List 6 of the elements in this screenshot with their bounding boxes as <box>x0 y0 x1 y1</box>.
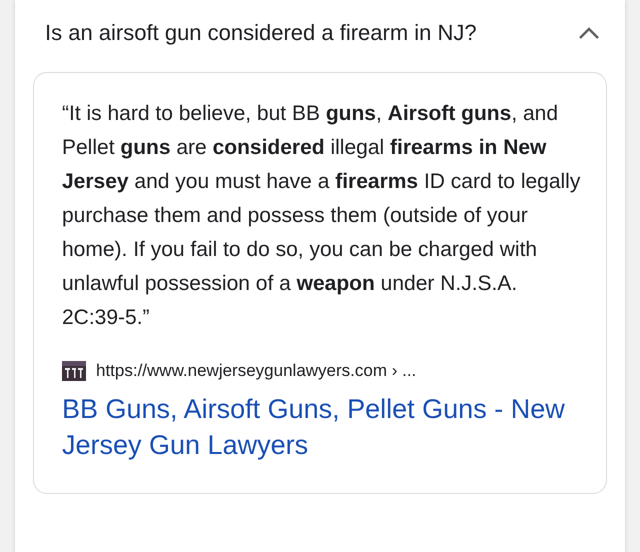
site-logo-icon <box>62 361 86 381</box>
answer-snippet: “It is hard to believe, but BB guns, Airsoft guns, and Pellet guns are considered illegal firearms in New Jersey and you must have a firearms ID card to legally purchase them and possess them (outside of your home). If you fail to do so, you can be charged with unlawful possession of a weapon under N.J.S.A. 2C:39-5.” <box>62 101 582 331</box>
result-link[interactable]: BB Guns, Airsoft Guns, Pellet Guns - New Jersey Gun Lawyers <box>62 391 582 463</box>
question-text: Is an airsoft gun considered a firearm in NJ? <box>45 20 477 46</box>
source-url: https://www.newjerseygunlawyers.com › ... <box>96 361 416 381</box>
collapse-chevron-icon[interactable] <box>577 25 601 41</box>
